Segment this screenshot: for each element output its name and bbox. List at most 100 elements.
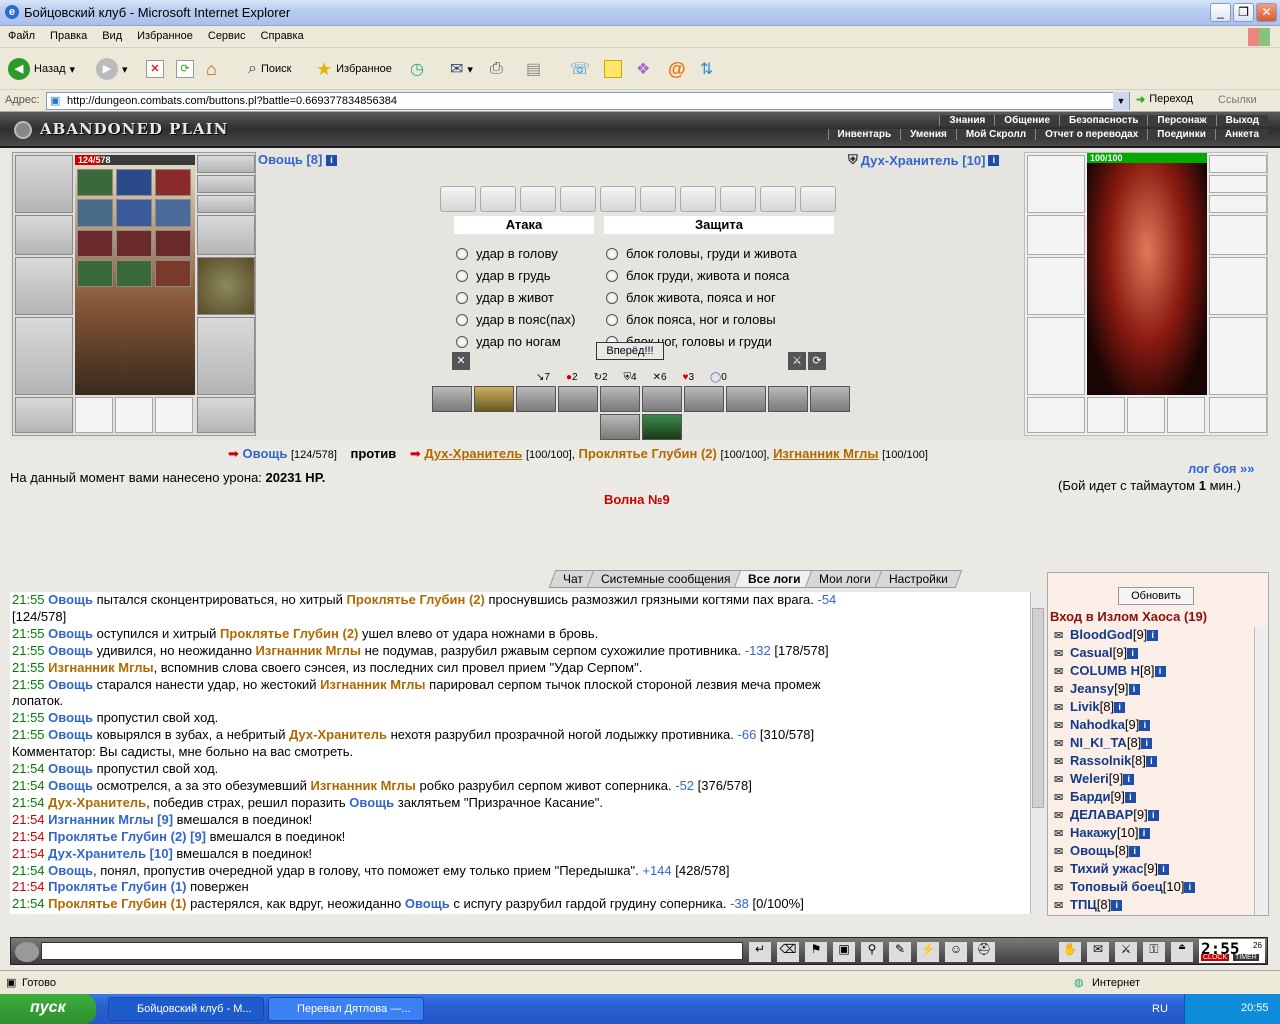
log-character-name[interactable]: Изгнанник Мглы: [256, 643, 361, 658]
log-character-name[interactable]: Овощь: [48, 626, 93, 641]
radio-button[interactable]: [456, 335, 468, 348]
belt-item[interactable]: [116, 169, 152, 197]
boots-slot[interactable]: [197, 397, 255, 433]
task-combats[interactable]: Бойцовский клуб - М...: [108, 997, 264, 1021]
log-character-name[interactable]: Овощь: [48, 778, 93, 793]
room-user[interactable]: ✉ ДЕЛАВАР[9] i: [1050, 807, 1250, 825]
nav-exit[interactable]: Выход: [1215, 115, 1268, 126]
log-character-name[interactable]: Изгнанник Мглы: [320, 677, 425, 692]
bracers-slot[interactable]: [15, 215, 73, 255]
belt-item[interactable]: [116, 229, 152, 257]
menu-view[interactable]: Вид: [94, 26, 129, 42]
private-message-icon[interactable]: ✉: [1054, 719, 1070, 732]
scroll-slot[interactable]: [560, 186, 596, 212]
rune-slot[interactable]: [115, 397, 153, 433]
belt-item[interactable]: [155, 169, 191, 197]
scroll-slot[interactable]: [640, 186, 676, 212]
clear-icon[interactable]: ⌫: [777, 942, 799, 962]
translate-button[interactable]: ⇅: [700, 56, 713, 82]
scroll-slot[interactable]: [520, 186, 556, 212]
scroll-slot[interactable]: [800, 186, 836, 212]
log-character-name[interactable]: Овощь: [48, 727, 93, 742]
skill-icon[interactable]: [642, 386, 682, 412]
belt-item[interactable]: [77, 169, 113, 197]
belt-item[interactable]: [116, 199, 152, 227]
room-user[interactable]: ✉ Топовый боец[10] i: [1050, 879, 1250, 897]
private-message-icon[interactable]: ✉: [1054, 809, 1070, 822]
rune-slot[interactable]: [155, 397, 193, 433]
tab-settings[interactable]: Настройки: [874, 570, 962, 588]
log-character-name[interactable]: Изгнанник Мглы: [310, 778, 415, 793]
skill-icon[interactable]: [726, 386, 766, 412]
room-user[interactable]: ✉ NI_KI_TA[8] i: [1050, 735, 1250, 753]
enemy-name[interactable]: ⛨ Дух-Хранитель [10] i: [848, 152, 1000, 168]
radio-button[interactable]: [456, 291, 468, 304]
walk-icon[interactable]: ⚲: [861, 942, 883, 962]
print-button[interactable]: ⎙: [490, 56, 503, 82]
minimize-button[interactable]: _: [1210, 3, 1231, 22]
info-icon[interactable]: i: [1114, 702, 1126, 714]
nav-skills[interactable]: Умения: [900, 129, 956, 140]
user-name[interactable]: BloodGod: [1070, 627, 1133, 642]
radio-button[interactable]: [606, 247, 618, 260]
scroll-slot[interactable]: [760, 186, 796, 212]
scroll-thumb[interactable]: [1032, 608, 1044, 808]
belt-item[interactable]: [116, 259, 152, 287]
log-character-name[interactable]: Дух-Хранитель: [48, 795, 146, 810]
private-message-icon[interactable]: ✉: [1054, 701, 1070, 714]
save-icon[interactable]: ▣: [833, 942, 855, 962]
speed-icon[interactable]: ⚡: [917, 942, 939, 962]
belt-item[interactable]: [77, 199, 113, 227]
room-user[interactable]: ✉ Nahodka[9] i: [1050, 717, 1250, 735]
user-name[interactable]: Livik: [1070, 699, 1100, 714]
user-name[interactable]: Weleri: [1070, 771, 1109, 786]
room-user[interactable]: ✉ Livik[8] i: [1050, 699, 1250, 717]
gloves-slot[interactable]: [197, 215, 255, 255]
private-message-icon[interactable]: ✉: [1054, 683, 1070, 696]
user-name[interactable]: Топовый боец: [1070, 879, 1163, 894]
player-avatar[interactable]: 124/578: [75, 155, 195, 395]
address-input[interactable]: ▣ http://dungeon.combats.com/buttons.pl?b…: [46, 92, 1130, 110]
menu-file[interactable]: Файл: [0, 26, 42, 42]
info-icon[interactable]: i: [1124, 792, 1136, 804]
refresh-button[interactable]: Обновить: [1118, 587, 1194, 605]
user-name[interactable]: ДЕЛАВАР: [1070, 807, 1133, 822]
address-dropdown-icon[interactable]: ▼: [1113, 92, 1129, 110]
private-message-icon[interactable]: ✉: [1054, 755, 1070, 768]
users-scrollbar[interactable]: [1254, 627, 1268, 915]
info-icon[interactable]: i: [1123, 774, 1135, 786]
room-user[interactable]: ✉ COLUMB H[8] i: [1050, 663, 1250, 681]
chat-input[interactable]: [41, 942, 743, 960]
menu-edit[interactable]: Правка: [42, 26, 94, 42]
skill-icon[interactable]: [432, 386, 472, 412]
log-character-name[interactable]: Проклятье Глубин (1): [48, 896, 186, 911]
filter-icon[interactable]: ⚑: [805, 942, 827, 962]
private-message-icon[interactable]: ✉: [1054, 863, 1070, 876]
private-message-icon[interactable]: ✉: [1054, 791, 1070, 804]
log-character-name[interactable]: Дух-Хранитель: [289, 727, 387, 742]
nav-knowledge[interactable]: Знания: [939, 115, 995, 126]
rune-slot[interactable]: [75, 397, 113, 433]
go-button[interactable]: ➜ Переход: [1136, 93, 1193, 106]
user-name[interactable]: ТПЦ: [1070, 897, 1097, 912]
info-icon[interactable]: i: [1147, 810, 1159, 822]
user-name[interactable]: Овощь: [1070, 843, 1115, 858]
room-user[interactable]: ✉ Барди[9] i: [1050, 789, 1250, 807]
history-button[interactable]: ◷: [410, 56, 424, 82]
defense-option-1[interactable]: блок головы, груди и живота: [606, 246, 797, 261]
room-user[interactable]: ✉ Тихий ужас[9] i: [1050, 861, 1250, 879]
room-user[interactable]: ✉ BloodGod[9] i: [1050, 627, 1250, 645]
room-user[interactable]: ✉ ТПЦ[8] i: [1050, 897, 1250, 915]
forward-button[interactable]: Вперёд!!!: [596, 342, 664, 360]
room-user[interactable]: ✉ Овощь[8] i: [1050, 843, 1250, 861]
auto-move-icon[interactable]: ⚔: [788, 352, 806, 370]
nav-profile[interactable]: Анкета: [1214, 129, 1268, 140]
defense-option-2[interactable]: блок груди, живота и пояса: [606, 268, 789, 283]
user-name[interactable]: Nahodka: [1070, 717, 1125, 732]
send-icon[interactable]: ↵: [749, 942, 771, 962]
user-name[interactable]: COLUMB H: [1070, 663, 1140, 678]
amulet-slot[interactable]: [197, 175, 255, 193]
user-name[interactable]: Тихий ужас: [1070, 861, 1144, 876]
log-character-name[interactable]: Изгнанник Мглы [9]: [48, 812, 173, 827]
room-user[interactable]: ✉ Casual[9] i: [1050, 645, 1250, 663]
